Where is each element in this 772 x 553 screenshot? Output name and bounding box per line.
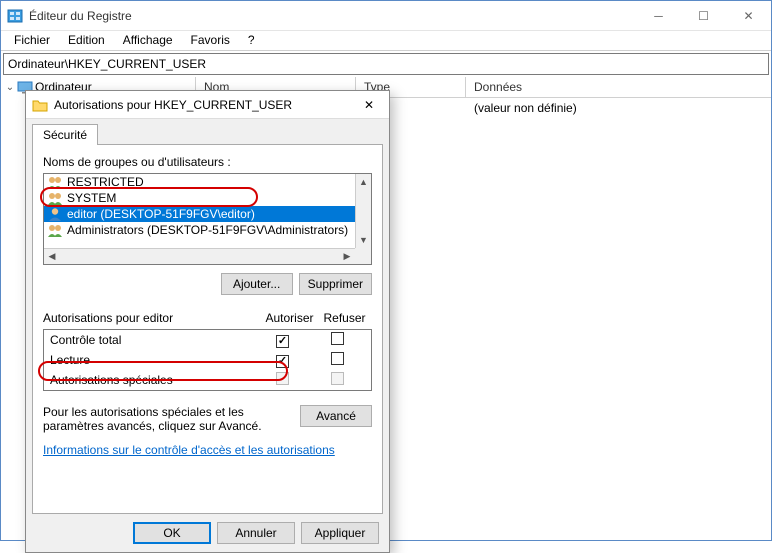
permissions-dialog: Autorisations pour HKEY_CURRENT_USER ✕ S… xyxy=(25,90,390,553)
scroll-thumb[interactable] xyxy=(60,249,339,264)
titlebar: Éditeur du Registre ─ ☐ ✕ xyxy=(1,1,771,31)
user-name: RESTRICTED xyxy=(67,175,144,189)
maximize-button[interactable]: ☐ xyxy=(681,1,726,30)
perm-row: Lecture xyxy=(44,350,371,370)
deny-checkbox[interactable] xyxy=(331,332,344,345)
allow-checkbox[interactable] xyxy=(276,335,289,348)
minimize-button[interactable]: ─ xyxy=(636,1,681,30)
user-name: editor (DESKTOP-51F9FGV\editor) xyxy=(67,207,255,221)
expand-icon[interactable]: ⌄ xyxy=(5,82,15,93)
users-listbox[interactable]: RESTRICTED SYSTEM editor (DESKTOP-51F9FG… xyxy=(43,173,372,265)
scroll-left-icon[interactable]: ◀ xyxy=(44,249,60,264)
menu-edit[interactable]: Edition xyxy=(60,31,113,49)
user-icon xyxy=(47,207,63,221)
user-row[interactable]: RESTRICTED xyxy=(44,174,355,190)
scroll-down-icon[interactable]: ▼ xyxy=(356,232,371,248)
dialog-titlebar: Autorisations pour HKEY_CURRENT_USER ✕ xyxy=(26,91,389,119)
menu-help[interactable]: ? xyxy=(240,31,263,49)
scroll-thumb[interactable] xyxy=(356,190,371,232)
add-button[interactable]: Ajouter... xyxy=(221,273,293,295)
user-name: Administrators (DESKTOP-51F9FGV\Administ… xyxy=(67,223,348,237)
address-text: Ordinateur\HKEY_CURRENT_USER xyxy=(8,57,206,71)
allow-checkbox[interactable] xyxy=(276,355,289,368)
dialog-title: Autorisations pour HKEY_CURRENT_USER xyxy=(54,98,349,112)
perm-name: Contrôle total xyxy=(50,333,255,347)
tab-body: Noms de groupes ou d'utilisateurs : REST… xyxy=(32,144,383,514)
user-row[interactable]: Administrators (DESKTOP-51F9FGV\Administ… xyxy=(44,222,355,238)
perm-for-label: Autorisations pour editor xyxy=(43,311,262,325)
deny-checkbox-disabled xyxy=(331,372,344,385)
group-icon xyxy=(47,175,63,189)
tabstrip: Sécurité xyxy=(26,119,389,144)
menubar: Fichier Edition Affichage Favoris ? xyxy=(1,31,771,51)
help-link[interactable]: Informations sur le contrôle d'accès et … xyxy=(43,443,372,457)
perm-row: Contrôle total xyxy=(44,330,371,350)
folder-icon xyxy=(32,98,48,112)
advanced-text: Pour les autorisations spéciales et les … xyxy=(43,405,292,433)
tab-security[interactable]: Sécurité xyxy=(32,124,98,145)
group-icon xyxy=(47,223,63,237)
user-row[interactable]: SYSTEM xyxy=(44,190,355,206)
scroll-right-icon[interactable]: ▶ xyxy=(339,249,355,264)
window-title: Éditeur du Registre xyxy=(29,9,636,23)
groups-label: Noms de groupes ou d'utilisateurs : xyxy=(43,155,372,169)
remove-button[interactable]: Supprimer xyxy=(299,273,372,295)
menu-favorites[interactable]: Favoris xyxy=(183,31,238,49)
vertical-scrollbar[interactable]: ▲ ▼ xyxy=(355,174,371,248)
close-button[interactable]: ✕ xyxy=(726,1,771,30)
deny-checkbox[interactable] xyxy=(331,352,344,365)
col-data[interactable]: Données xyxy=(466,77,771,97)
regedit-icon xyxy=(7,8,23,24)
permissions-list: Contrôle total Lecture Autorisations spé… xyxy=(43,329,372,391)
menu-file[interactable]: Fichier xyxy=(6,31,58,49)
perm-name: Lecture xyxy=(50,353,255,367)
allow-checkbox-disabled xyxy=(276,372,289,385)
user-row-selected[interactable]: editor (DESKTOP-51F9FGV\editor) xyxy=(44,206,355,222)
scroll-up-icon[interactable]: ▲ xyxy=(356,174,371,190)
default-value: (valeur non définie) xyxy=(474,101,763,115)
advanced-button[interactable]: Avancé xyxy=(300,405,372,427)
scroll-corner xyxy=(355,248,371,264)
group-icon xyxy=(47,191,63,205)
perm-row: Autorisations spéciales xyxy=(44,370,371,390)
perm-name: Autorisations spéciales xyxy=(50,373,255,387)
dialog-close-button[interactable]: ✕ xyxy=(349,91,389,118)
address-bar[interactable]: Ordinateur\HKEY_CURRENT_USER xyxy=(3,53,769,75)
col-deny: Refuser xyxy=(317,311,372,325)
col-allow: Autoriser xyxy=(262,311,317,325)
menu-view[interactable]: Affichage xyxy=(115,31,181,49)
user-name: SYSTEM xyxy=(67,191,116,205)
horizontal-scrollbar[interactable]: ◀ ▶ xyxy=(44,248,355,264)
